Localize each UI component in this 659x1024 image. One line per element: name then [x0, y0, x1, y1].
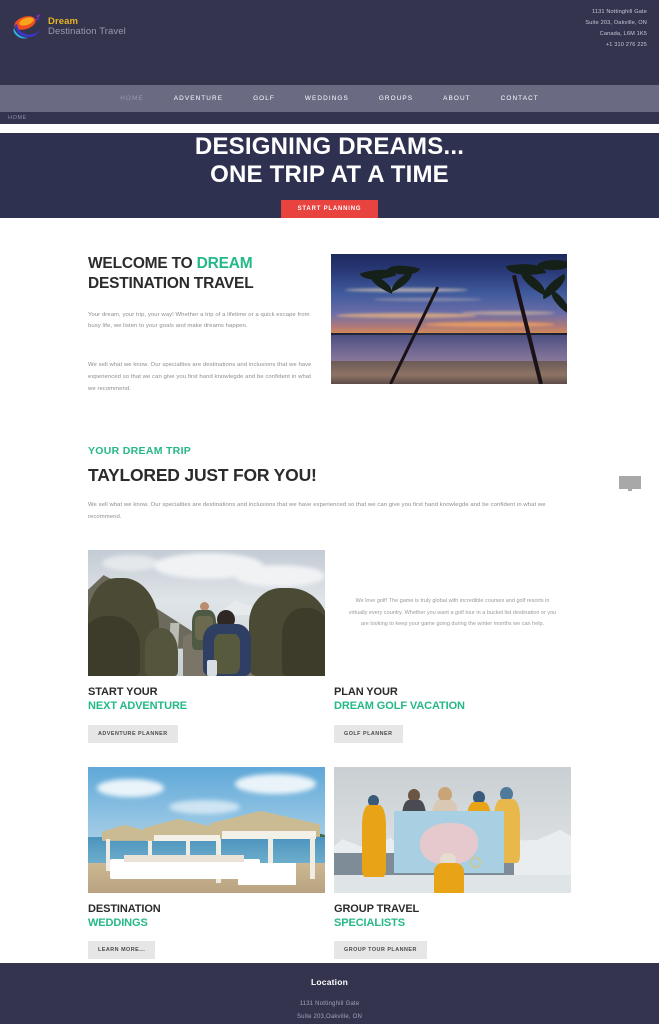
- footer-address-line: 1131 Nottinghill Gate: [299, 1001, 360, 1008]
- adventure-planner-button[interactable]: ADVENTURE PLANNER: [88, 724, 178, 743]
- main-navigation: HOME ADVENTURE GOLF WEDDINGS GROUPS ABOU…: [0, 85, 659, 112]
- learn-more-button[interactable]: LEARN MORE...: [88, 941, 156, 960]
- start-planning-button[interactable]: START PLANNING: [280, 200, 379, 219]
- dream-trip-kicker: YOUR DREAM TRIP: [88, 444, 192, 457]
- breadcrumb: HOME: [0, 112, 659, 124]
- footer-address-line: Suite 203,Oakville, ON: [296, 1014, 363, 1021]
- site-footer: Location 1131 Nottinghill Gate Suite 203…: [0, 963, 659, 1024]
- hiking-trail-image: [88, 550, 325, 677]
- contact-phone[interactable]: +1 310 276 225: [585, 40, 647, 51]
- card-weddings-title-2: WEDDINGS: [88, 916, 148, 929]
- welcome-text-column: WELCOME TO DREAM DESTINATION TRAVEL Your…: [88, 254, 331, 396]
- group-tour-planner-button[interactable]: GROUP TOUR PLANNER: [334, 941, 427, 960]
- beach-sunset-image: [331, 254, 567, 384]
- card-group-title-1: GROUP TRAVEL: [334, 902, 420, 915]
- golf-planner-button[interactable]: GOLF PLANNER: [334, 724, 403, 743]
- breadcrumb-spacer: [0, 124, 659, 133]
- card-adventure: START YOUR NEXT ADVENTURE ADVENTURE PLAN…: [88, 550, 325, 747]
- hero-title-line-2: ONE TRIP AT A TIME: [210, 161, 449, 188]
- contact-line: Suite 203, Oakville, ON: [585, 19, 647, 26]
- logo-subtitle: Destination Travel: [48, 26, 126, 37]
- hero-title-line-1: DESIGNING DREAMS...: [194, 132, 465, 160]
- golf-description-box: We love golf! The game is truly global w…: [334, 550, 571, 676]
- card-weddings-title-1: DESTINATION: [88, 902, 161, 915]
- welcome-heading: WELCOME TO DREAM DESTINATION TRAVEL: [88, 254, 317, 294]
- welcome-heading-part1: WELCOME TO: [88, 255, 197, 272]
- contact-line: 1131 Nottinghill Gate: [592, 9, 647, 15]
- card-golf-title-2: DREAM GOLF VACATION: [334, 700, 465, 713]
- globe-swoosh-logo-icon: [10, 12, 44, 42]
- footer-address-block: 1131 Nottinghill Gate Suite 203,Oakville…: [0, 998, 659, 1024]
- dream-trip-title: TAYLORED JUST FOR YOU!: [88, 464, 317, 485]
- nav-item-contact[interactable]: CONTACT: [486, 95, 554, 102]
- footer-heading-location: Location: [310, 977, 348, 988]
- card-golf-title-1: PLAN YOUR: [334, 686, 398, 699]
- hero-title: DESIGNING DREAMS... ONE TRIP AT A TIME: [195, 133, 464, 190]
- card-weddings: DESTINATION WEDDINGS LEARN MORE...: [88, 766, 325, 964]
- antarctica-group-image: [334, 766, 571, 893]
- card-group-travel: GROUP TRAVEL SPECIALISTS GROUP TOUR PLAN…: [334, 766, 571, 964]
- nav-item-groups[interactable]: GROUPS: [364, 95, 428, 102]
- card-group-title-2: SPECIALISTS: [334, 916, 406, 929]
- site-header: Dream Destination Travel 1131 Nottinghil…: [0, 0, 659, 85]
- nav-item-about[interactable]: ABOUT: [428, 95, 486, 102]
- services-card-grid: START YOUR NEXT ADVENTURE ADVENTURE PLAN…: [88, 550, 571, 963]
- welcome-paragraph-2: We sell what we know. Our specialties ar…: [88, 362, 312, 392]
- header-contact-info: 1131 Nottinghill Gate Suite 203, Oakvill…: [585, 7, 647, 51]
- beach-wedding-image: [88, 766, 325, 893]
- card-adventure-title-2: NEXT ADVENTURE: [88, 700, 188, 713]
- welcome-section: WELCOME TO DREAM DESTINATION TRAVEL Your…: [88, 218, 571, 396]
- nav-item-weddings[interactable]: WEDDINGS: [290, 95, 364, 102]
- main-content: WELCOME TO DREAM DESTINATION TRAVEL Your…: [0, 218, 659, 964]
- nav-list: HOME ADVENTURE GOLF WEDDINGS GROUPS ABOU…: [105, 95, 554, 102]
- card-row-spacer: [88, 747, 571, 767]
- dream-trip-section: YOUR DREAM TRIP TAYLORED JUST FOR YOU! W…: [88, 396, 571, 524]
- nav-item-adventure[interactable]: ADVENTURE: [159, 95, 238, 102]
- welcome-heading-accent: DREAM: [196, 255, 253, 272]
- card-adventure-title-1: START YOUR: [88, 686, 158, 699]
- nav-item-home[interactable]: HOME: [105, 95, 159, 102]
- welcome-paragraph-1: Your dream, your trip, your way! Whether…: [88, 311, 310, 330]
- golf-description-text: We love golf! The game is truly global w…: [348, 598, 557, 628]
- site-logo[interactable]: Dream Destination Travel: [10, 12, 126, 42]
- grey-placeholder-badge[interactable]: [619, 476, 641, 491]
- dream-trip-paragraph: We sell what we know. Our specialties ar…: [88, 501, 546, 520]
- card-golf: We love golf! The game is truly global w…: [334, 550, 571, 747]
- contact-line: Canada, L6M 1K5: [599, 30, 647, 37]
- nav-item-golf[interactable]: GOLF: [238, 95, 290, 102]
- hero-banner: DESIGNING DREAMS... ONE TRIP AT A TIME S…: [0, 133, 659, 219]
- welcome-heading-line2: DESTINATION TRAVEL: [88, 274, 254, 292]
- breadcrumb-item-home[interactable]: HOME: [8, 115, 27, 121]
